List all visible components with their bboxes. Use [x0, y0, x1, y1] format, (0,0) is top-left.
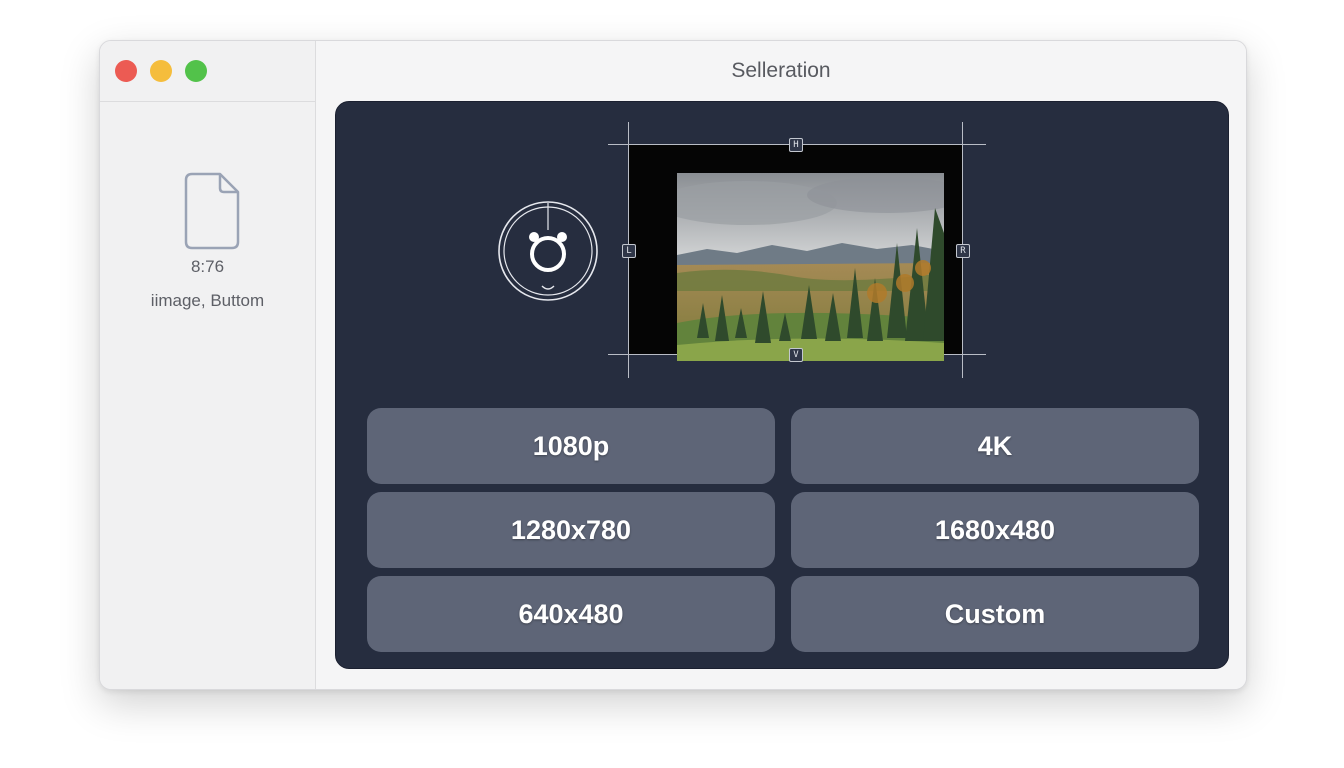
preset-4k-button[interactable]: 4K: [791, 408, 1199, 484]
file-type: iimage, Buttom: [150, 291, 265, 310]
close-button[interactable]: [115, 60, 137, 82]
preset-640x480-button[interactable]: 640x480: [367, 576, 775, 652]
crop-area[interactable]: H V L R: [608, 122, 986, 378]
app-window: 8:76 iimage, Buttom Selleration H V L R …: [99, 40, 1247, 690]
editor-panel: H V L R 1080p 4K 1280x780 1680x480 640x4…: [335, 101, 1229, 669]
timer-dial-icon[interactable]: [497, 200, 599, 302]
preset-1680x480-button[interactable]: 1680x480: [791, 492, 1199, 568]
crop-handle-right[interactable]: R: [956, 244, 970, 258]
sidebar-titlebar: [100, 41, 315, 102]
main-area: Selleration H V L R 1080p 4K 1280x780 16…: [316, 41, 1246, 689]
window-title: Selleration: [731, 59, 831, 82]
file-metadata: 8:76 iimage, Buttom: [100, 257, 315, 311]
maximize-button[interactable]: [185, 60, 207, 82]
document-icon[interactable]: [184, 172, 240, 250]
sidebar: 8:76 iimage, Buttom: [100, 41, 316, 689]
preset-1280x780-button[interactable]: 1280x780: [367, 492, 775, 568]
crop-handle-left[interactable]: L: [622, 244, 636, 258]
file-size: 8:76: [190, 257, 225, 276]
minimize-button[interactable]: [150, 60, 172, 82]
landscape-photo: [677, 173, 944, 361]
crop-handle-top[interactable]: H: [789, 138, 803, 152]
preset-1080p-button[interactable]: 1080p: [367, 408, 775, 484]
crop-handle-bottom[interactable]: V: [789, 348, 803, 362]
preset-custom-button[interactable]: Custom: [791, 576, 1199, 652]
